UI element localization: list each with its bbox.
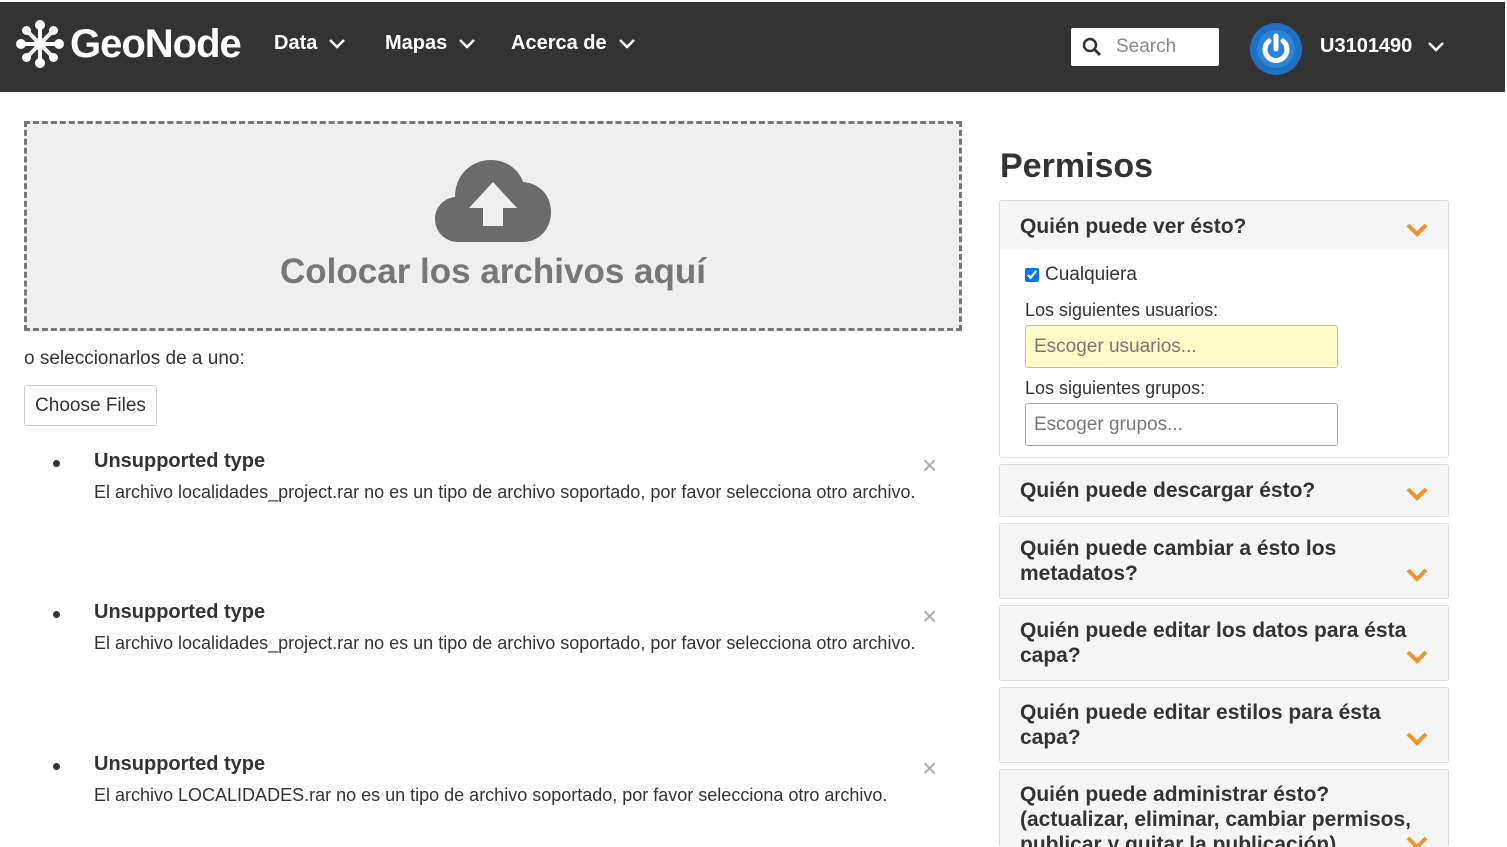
nav-acerca-menu[interactable]: Acerca de: [511, 32, 635, 55]
error-message: El archivo localidades_project.rar no es…: [94, 482, 916, 502]
users-field[interactable]: Escoger usuarios...: [1025, 325, 1338, 368]
choose-files-button[interactable]: Choose Files: [24, 385, 157, 426]
perm-panel-metadata: Quién puede cambiar a ésto los metadatos…: [999, 523, 1449, 599]
search-input[interactable]: [1116, 36, 1216, 58]
search-icon: [1082, 37, 1101, 56]
chevron-down-icon: [1406, 650, 1428, 664]
brand-name: GeoNode: [70, 21, 242, 66]
bullet-icon: [53, 460, 60, 467]
chevron-down-icon: [459, 38, 476, 49]
geonode-logo-icon: [16, 20, 64, 68]
select-hint: o seleccionarlos de a uno:: [24, 348, 245, 369]
perm-question: Quién puede cambiar a ésto los metadatos…: [1020, 537, 1337, 585]
users-label: Los siguientes usuarios:: [1025, 300, 1219, 320]
nav-acerca-label: Acerca de: [511, 32, 607, 54]
error-message: El archivo localidades_project.rar no es…: [94, 633, 916, 653]
username: U3101490: [1320, 35, 1413, 57]
cloud-upload-icon: [435, 160, 551, 242]
nav-data-menu[interactable]: Data: [274, 32, 346, 55]
search-box[interactable]: [1071, 28, 1219, 66]
perm-head-edit-styles[interactable]: Quién puede editar estilos para ésta cap…: [1000, 688, 1448, 762]
perm-question: Quién puede ver ésto?: [1020, 215, 1247, 238]
perm-head-view[interactable]: Quién puede ver ésto?: [1000, 201, 1448, 250]
chevron-down-icon: [618, 38, 635, 49]
bullet-icon: [53, 763, 60, 770]
brand-logo[interactable]: GeoNode: [14, 16, 242, 72]
perm-head-metadata[interactable]: Quién puede cambiar a ésto los metadatos…: [1000, 524, 1448, 598]
chevron-down-icon: [1406, 487, 1428, 501]
chevron-down-icon: [1428, 41, 1445, 52]
dropzone-text: Colocar los archivos aquí: [280, 252, 706, 291]
perm-panel-view: Quién puede ver ésto? Cualquiera Los sig…: [999, 200, 1449, 458]
close-icon[interactable]: ×: [922, 601, 937, 632]
perm-question: Quién puede editar los datos para ésta c…: [1020, 619, 1407, 667]
error-title: Unsupported type: [94, 450, 266, 472]
perm-head-edit-data[interactable]: Quién puede editar los datos para ésta c…: [1000, 606, 1448, 680]
chevron-down-icon: [1406, 836, 1428, 847]
groups-label: Los siguientes grupos:: [1025, 378, 1206, 398]
chevron-down-icon: [1406, 732, 1428, 746]
file-dropzone[interactable]: Colocar los archivos aquí: [24, 121, 962, 331]
bullet-icon: [53, 611, 60, 618]
user-menu[interactable]: U3101490: [1320, 35, 1445, 58]
nav-data-label: Data: [274, 32, 318, 54]
perm-question: Quién puede administrar ésto? (actualiza…: [1020, 783, 1412, 847]
perm-body-view: Cualquiera Los siguientes usuarios: Esco…: [1000, 250, 1448, 460]
permissions-title: Permisos: [1000, 147, 1154, 185]
perm-panel-admin: Quién puede administrar ésto? (actualiza…: [999, 769, 1449, 847]
avatar[interactable]: [1250, 23, 1302, 75]
chevron-down-icon: [1406, 223, 1428, 237]
nav-mapas-label: Mapas: [385, 32, 448, 54]
perm-question: Quién puede editar estilos para ésta cap…: [1020, 701, 1381, 749]
chevron-down-icon: [1406, 568, 1428, 582]
close-icon[interactable]: ×: [922, 753, 937, 784]
chevron-down-icon: [329, 38, 346, 49]
perm-head-download[interactable]: Quién puede descargar ésto?: [1000, 465, 1448, 516]
close-icon[interactable]: ×: [922, 450, 937, 481]
perm-question: Quién puede descargar ésto?: [1020, 479, 1316, 502]
perm-panel-edit-data: Quién puede editar los datos para ésta c…: [999, 605, 1449, 681]
top-navbar: GeoNode Data Mapas Acerca de U3101490: [0, 2, 1505, 92]
error-title: Unsupported type: [94, 753, 266, 775]
perm-panel-edit-styles: Quién puede editar estilos para ésta cap…: [999, 687, 1449, 763]
anyone-row: Cualquiera: [1025, 264, 1423, 286]
error-title: Unsupported type: [94, 601, 266, 623]
perm-panel-download: Quién puede descargar ésto?: [999, 464, 1449, 517]
nav-mapas-menu[interactable]: Mapas: [385, 32, 476, 55]
groups-field[interactable]: Escoger grupos...: [1025, 403, 1338, 446]
perm-head-admin[interactable]: Quién puede administrar ésto? (actualiza…: [1000, 770, 1448, 847]
anyone-checkbox[interactable]: [1025, 268, 1039, 282]
power-avatar-icon: [1257, 30, 1295, 68]
anyone-label: Cualquiera: [1045, 264, 1137, 285]
error-message: El archivo LOCALIDADES.rar no es un tipo…: [94, 785, 888, 805]
